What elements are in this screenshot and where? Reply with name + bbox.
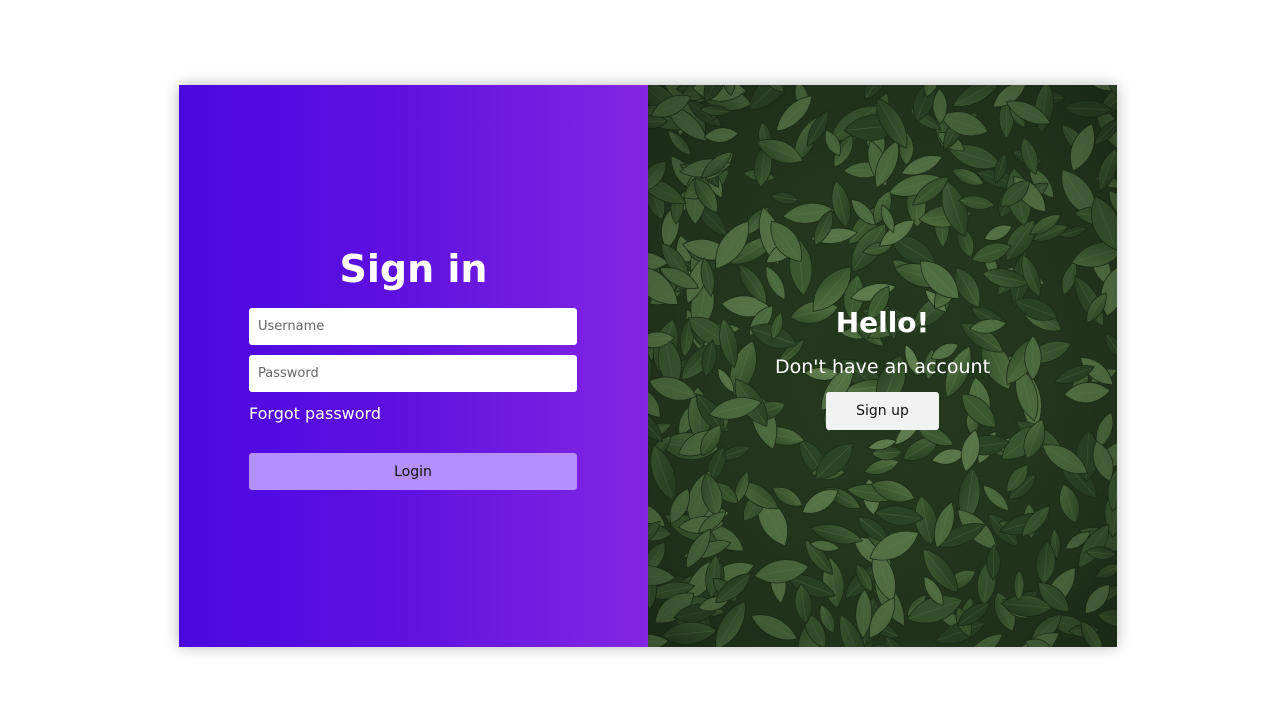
signin-title: Sign in: [339, 247, 488, 291]
signin-panel: Sign in Forgot password Login: [179, 85, 648, 647]
username-input[interactable]: [249, 308, 577, 345]
password-input[interactable]: [249, 355, 577, 392]
no-account-text: Don't have an account: [774, 356, 991, 378]
hello-heading: Hello!: [835, 306, 930, 339]
signup-button[interactable]: Sign up: [826, 392, 939, 430]
login-button[interactable]: Login: [249, 453, 577, 490]
forgot-password-link[interactable]: Forgot password: [249, 404, 381, 423]
login-card: Sign in Forgot password Login: [179, 85, 1117, 647]
welcome-panel: Hello! Don't have an account Sign up: [648, 85, 1117, 647]
